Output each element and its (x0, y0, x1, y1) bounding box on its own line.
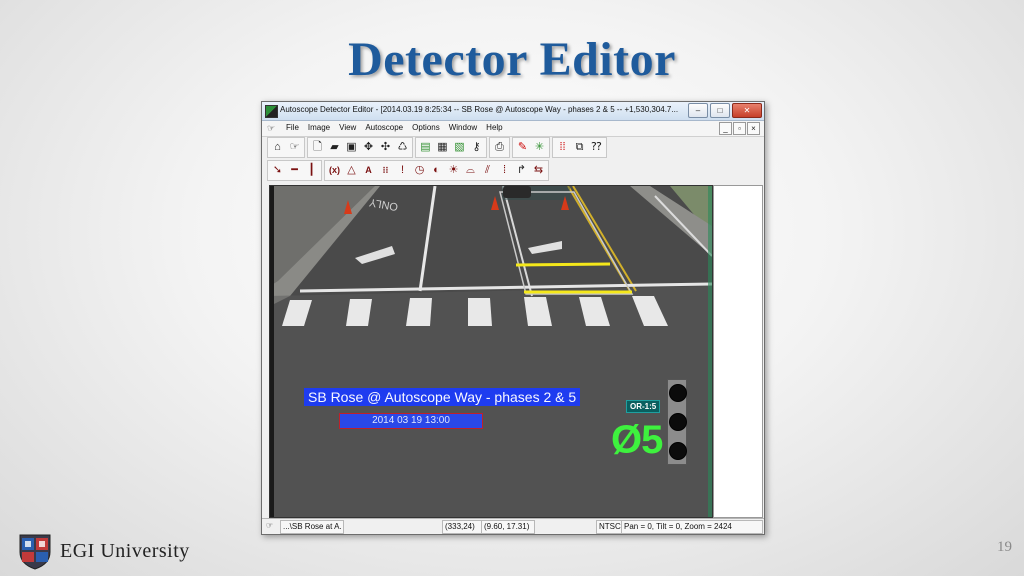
presence-detector-icon[interactable]: (x) (327, 163, 342, 178)
menubar: ☞ File Image View Autoscope Options Wind… (262, 121, 764, 137)
maximize-button[interactable]: □ (710, 103, 730, 118)
status-ptz: Pan = 0, Tilt = 0, Zoom = 2424 (621, 520, 763, 534)
status-pixel: (333,24) (442, 520, 482, 534)
status-coords: (9.60, 17.31) (481, 520, 535, 534)
open-folder-icon[interactable]: ▰ (327, 140, 342, 155)
menu-file[interactable]: File (286, 123, 299, 132)
detector-line-upper[interactable] (515, 262, 611, 267)
window-titlebar[interactable]: Autoscope Detector Editor - [2014.03.19 … (262, 102, 764, 121)
move-detector-alt-icon[interactable]: ✣ (378, 140, 393, 155)
footer-brand: EGI University (60, 540, 190, 562)
menu-view[interactable]: View (339, 123, 356, 132)
count-detector-icon[interactable]: △ (344, 163, 359, 178)
close-button[interactable]: ✕ (732, 103, 762, 118)
egi-shield-logo (19, 534, 51, 570)
horizontal-line-icon[interactable]: ━ (287, 163, 302, 178)
menu-window[interactable]: Window (449, 123, 477, 132)
export-icon[interactable]: ⧉ (572, 140, 587, 155)
brightness-icon[interactable]: ☀ (446, 163, 461, 178)
hand-pointer-icon[interactable]: ☞ (287, 140, 302, 155)
window-title: Autoscope Detector Editor - [2014.03.19 … (280, 105, 679, 114)
save-icon[interactable]: ▣ (344, 140, 359, 155)
signal-lamp-top (669, 384, 687, 402)
page-number: 19 (997, 539, 1012, 555)
signal-lamp-bottom (669, 442, 687, 460)
turn-icon[interactable]: ↱ (514, 163, 529, 178)
image-load-icon[interactable]: ▤ (418, 140, 433, 155)
print-icon[interactable]: ⎙ (492, 140, 507, 155)
traffic-signal-icon (667, 379, 687, 465)
document-hand-icon[interactable]: ☞ (267, 123, 275, 134)
app-window: Autoscope Detector Editor - [2014.03.19 … (261, 101, 765, 535)
contrast-icon[interactable]: ◐ (429, 163, 444, 178)
menu-help[interactable]: Help (486, 123, 502, 132)
menu-options[interactable]: Options (412, 123, 440, 132)
video-viewport[interactable]: ONLY SB Rose @ Autoscope Way - phases 2 … (269, 185, 713, 518)
road-scene: ONLY (270, 186, 712, 517)
camera-label: SB Rose @ Autoscope Way - phases 2 & 5 (304, 388, 581, 406)
statusbar: ☞ ...\SB Rose at A. (333,24) (9.60, 17.3… (262, 518, 764, 534)
lane-icon[interactable]: ⌓ (463, 163, 478, 178)
main-toolbar: ⌂ ☞ 🗋 ▰ ▣ ✥ ✣ ♺ ▤ ▦ ▧ ⚷ ⎙ ✎ ✳ ⁞⁞ ⧉ ⁇ (267, 137, 759, 158)
speed-icon[interactable]: ⁝⁝ (378, 163, 393, 178)
new-file-icon[interactable]: 🗋 (310, 140, 325, 155)
select-arrow-icon[interactable]: ➘ (270, 163, 285, 178)
status-format: NTSC (596, 520, 622, 534)
image-save-icon[interactable]: ▦ (435, 140, 450, 155)
app-icon (265, 105, 278, 118)
key-icon[interactable]: ⚷ (469, 140, 484, 155)
detector-toolbar: ➘ ━ ┃ (x) △ A ⁝⁝ ! ◷ ◐ ☀ ⌓ ⫽ ⁞ ↱ ⇆ (267, 160, 759, 181)
mdi-close-button[interactable]: × (747, 122, 760, 135)
text-icon[interactable]: A (361, 163, 376, 178)
recycle-icon[interactable]: ♺ (395, 140, 410, 155)
crosswalk-icon[interactable]: ⫽ (480, 163, 495, 178)
menu-autoscope[interactable]: Autoscope (365, 123, 403, 132)
status-hand-icon: ☞ (266, 521, 274, 530)
status-path: ...\SB Rose at A. (280, 520, 344, 534)
image-edit-icon[interactable]: ▧ (452, 140, 467, 155)
signal-icon[interactable]: ⁞ (497, 163, 512, 178)
phase-label: Ø5 (611, 418, 663, 462)
alarm-icon[interactable]: ! (395, 163, 410, 178)
grid-icon[interactable]: ✳ (532, 140, 547, 155)
help-icon[interactable]: ⁇ (589, 140, 604, 155)
timestamp-label: 2014 03 19 13:00 (339, 413, 483, 429)
mdi-minimize-button[interactable]: _ (719, 122, 732, 135)
bidirectional-icon[interactable]: ⇆ (531, 163, 546, 178)
move-detector-icon[interactable]: ✥ (361, 140, 376, 155)
signal-lamp-middle (669, 413, 687, 431)
slide-title: Detector Editor (348, 33, 676, 86)
menu-image[interactable]: Image (308, 123, 330, 132)
minimize-button[interactable]: – (688, 103, 708, 118)
red-dots-icon[interactable]: ⁞⁞ (555, 140, 570, 155)
home-icon[interactable]: ⌂ (270, 140, 285, 155)
or-badge: OR-1:5 (626, 400, 661, 413)
clock-icon[interactable]: ◷ (412, 163, 427, 178)
vertical-line-icon[interactable]: ┃ (304, 163, 319, 178)
side-panel[interactable] (713, 185, 763, 518)
detector-edit-icon[interactable]: ✎ (515, 140, 530, 155)
mdi-restore-button[interactable]: ▫ (733, 122, 746, 135)
